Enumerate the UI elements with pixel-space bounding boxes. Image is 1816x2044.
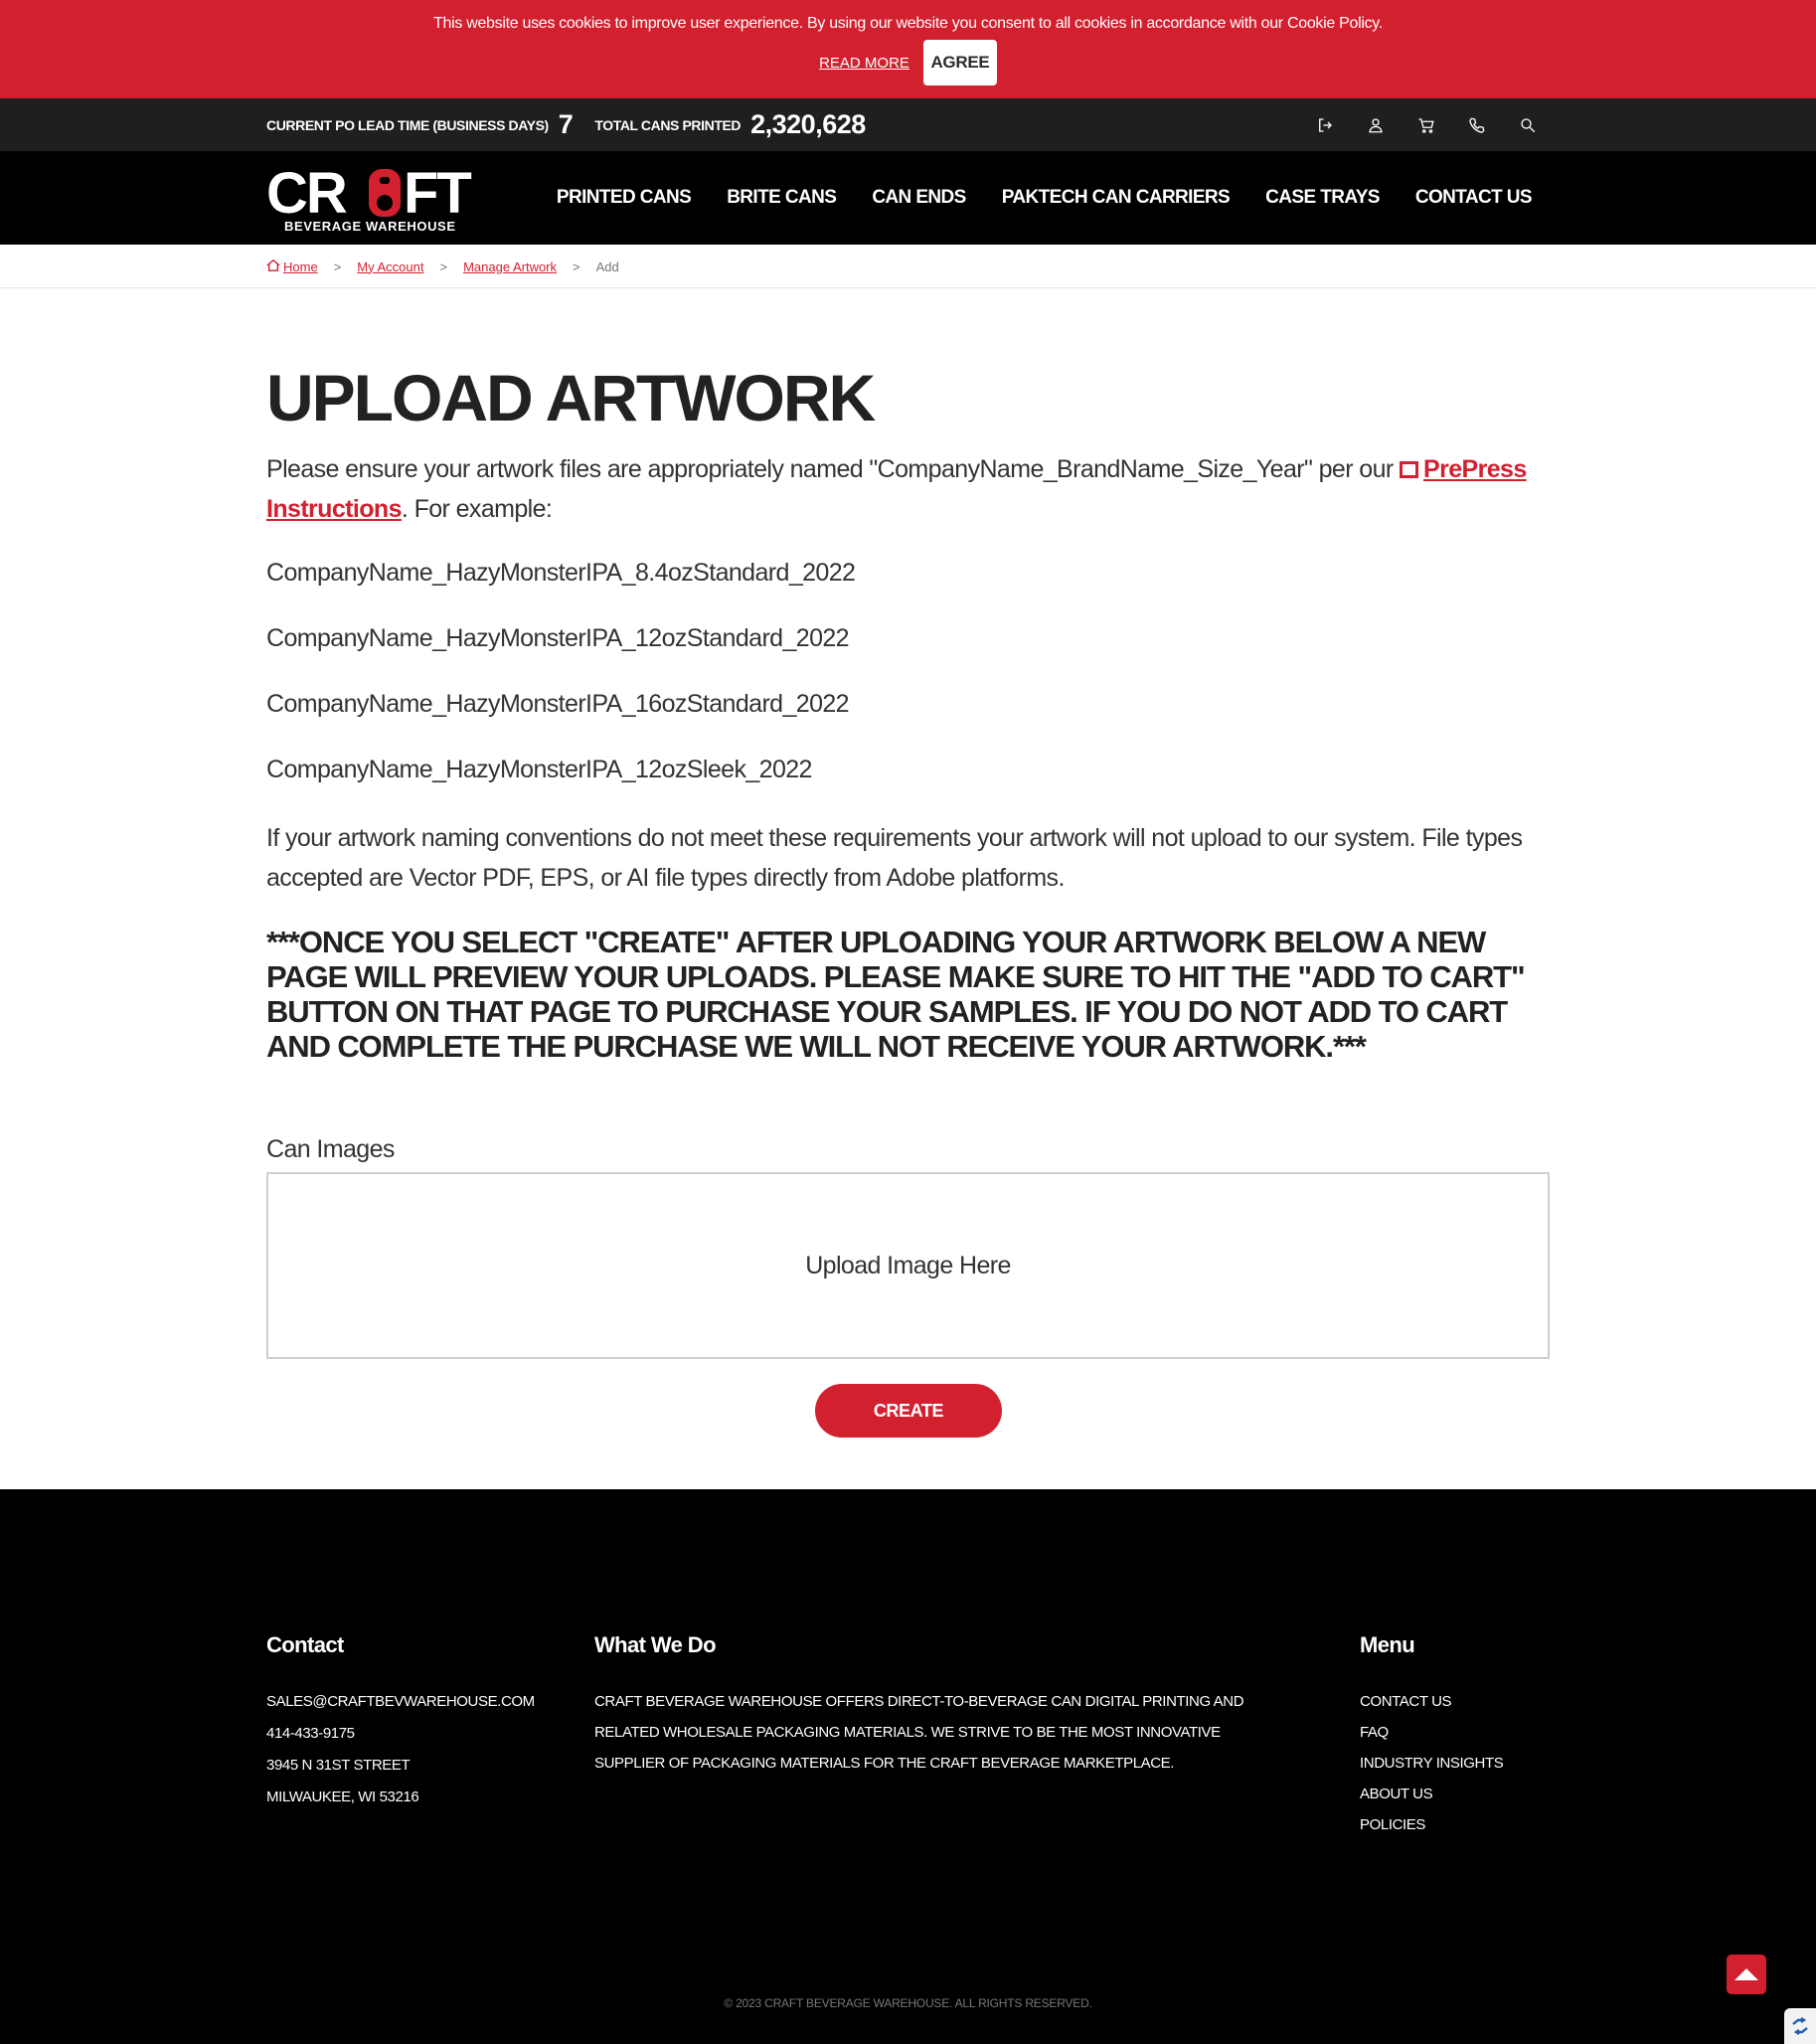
breadcrumb-manage-artwork-link[interactable]: Manage Artwork <box>463 259 557 274</box>
intro-text-before: Please ensure your artwork files are app… <box>266 455 1400 483</box>
external-link-icon <box>1400 461 1418 478</box>
footer-contact: Contact SALES@CRAFTBEVWAREHOUSE.COM 414-… <box>266 1632 535 1813</box>
nav-brite-cans[interactable]: BRITE CANS <box>727 187 837 209</box>
logout-icon[interactable] <box>1314 114 1335 135</box>
breadcrumb-trail: Home > My Account > Manage Artwork > Add <box>266 258 619 274</box>
create-button[interactable]: CREATE <box>815 1384 1002 1438</box>
nav-paktech-can-carriers[interactable]: PAKTECH CAN CARRIERS <box>1002 187 1231 209</box>
breadcrumb: Home > My Account > Manage Artwork > Add <box>0 245 1816 288</box>
svg-text:CR: CR <box>266 163 347 226</box>
site-footer: Contact SALES@CRAFTBEVWAREHOUSE.COM 414-… <box>0 1489 1816 2044</box>
breadcrumb-my-account-link[interactable]: My Account <box>357 259 423 274</box>
stats-bar: CURRENT PO LEAD TIME (BUSINESS DAYS) 7 T… <box>0 98 1816 151</box>
can-images-label: Can Images <box>266 1135 395 1163</box>
breadcrumb-separator: > <box>439 258 448 274</box>
breadcrumb-separator: > <box>333 258 342 274</box>
recaptcha-badge[interactable] <box>1784 2008 1816 2044</box>
footer-menu-faq[interactable]: FAQ <box>1360 1724 1389 1741</box>
breadcrumb-home-label: Home <box>283 258 318 274</box>
copyright: © 2023 CRAFT BEVERAGE WAREHOUSE. ALL RIG… <box>724 1996 1092 2010</box>
main-nav: PRINTED CANS BRITE CANS CAN ENDS PAKTECH… <box>557 151 1533 245</box>
page-title: UPLOAD ARTWORK <box>266 361 876 434</box>
craft-logo[interactable]: CR FT BEVERAGE WAREHOUSE <box>266 163 501 235</box>
breadcrumb-home-link[interactable]: Home <box>266 258 318 274</box>
home-icon <box>266 258 280 274</box>
footer-what-we-do: What We Do CRAFT BEVERAGE WAREHOUSE OFFE… <box>594 1632 1290 1779</box>
footer-menu-policies[interactable]: POLICIES <box>1360 1816 1425 1833</box>
cookie-message: This website uses cookies to improve use… <box>433 15 1383 32</box>
lead-time-value: 7 <box>558 109 574 139</box>
phone-icon[interactable] <box>1466 114 1487 135</box>
can-tab-logo-icon <box>369 169 401 217</box>
footer-what-we-do-heading: What We Do <box>594 1632 717 1657</box>
footer-menu-industry-insights[interactable]: INDUSTRY INSIGHTS <box>1360 1755 1504 1772</box>
intro-text-after: . For example: <box>401 495 553 523</box>
stats-group: CURRENT PO LEAD TIME (BUSINESS DAYS) 7 T… <box>266 98 866 151</box>
filename-example: CompanyName_HazyMonsterIPA_12ozSleek_202… <box>266 756 812 783</box>
cart-icon[interactable] <box>1415 114 1436 135</box>
intro-paragraph: Please ensure your artwork files are app… <box>266 449 1550 529</box>
logo-tagline: BEVERAGE WAREHOUSE <box>284 219 456 234</box>
upload-dropzone[interactable]: Upload Image Here <box>266 1172 1550 1359</box>
footer-contact-heading: Contact <box>266 1632 344 1657</box>
nav-printed-cans[interactable]: PRINTED CANS <box>557 187 692 209</box>
cans-printed-label: TOTAL CANS PRINTED <box>594 116 742 133</box>
nav-contact-us[interactable]: CONTACT US <box>1415 187 1533 209</box>
utility-nav <box>1314 98 1538 151</box>
footer-what-we-do-text: CRAFT BEVERAGE WAREHOUSE OFFERS DIRECT-T… <box>594 1693 1244 1772</box>
add-to-cart-warning: ***ONCE YOU SELECT "CREATE" AFTER UPLOAD… <box>266 925 1526 1064</box>
dropzone-text: Upload Image Here <box>805 1251 1011 1279</box>
scroll-to-top-button[interactable] <box>1727 1955 1766 1994</box>
svg-text:FT: FT <box>404 163 471 226</box>
footer-menu-contact-us[interactable]: CONTACT US <box>1360 1693 1452 1710</box>
filename-example: CompanyName_HazyMonsterIPA_8.4ozStandard… <box>266 559 856 587</box>
footer-street: 3945 N 31ST STREET <box>266 1757 411 1774</box>
footer-email-link[interactable]: SALES@CRAFTBEVWAREHOUSE.COM <box>266 1693 535 1710</box>
footer-menu-about-us[interactable]: ABOUT US <box>1360 1786 1433 1802</box>
breadcrumb-current: Add <box>595 258 619 274</box>
recaptcha-icon <box>1792 2017 1808 2035</box>
filename-example: CompanyName_HazyMonsterIPA_12ozStandard_… <box>266 624 850 652</box>
cookie-read-more-link[interactable]: READ MORE <box>819 55 909 72</box>
footer-phone-link[interactable]: 414-433-9175 <box>266 1725 355 1742</box>
nav-can-ends[interactable]: CAN ENDS <box>872 187 966 209</box>
cans-printed-value: 2,320,628 <box>750 109 866 139</box>
footer-menu-heading: Menu <box>1360 1632 1415 1657</box>
cookie-agree-button[interactable]: AGREE <box>922 40 997 85</box>
footer-city: MILWAUKEE, WI 53216 <box>266 1788 419 1805</box>
search-icon[interactable] <box>1517 114 1538 135</box>
nav-case-trays[interactable]: CASE TRAYS <box>1265 187 1380 209</box>
footer-menu: Menu CONTACT US FAQ INDUSTRY INSIGHTS AB… <box>1360 1632 1504 1840</box>
arrow-up-icon <box>1734 1968 1758 1980</box>
breadcrumb-separator: > <box>573 258 580 274</box>
lead-time-label: CURRENT PO LEAD TIME (BUSINESS DAYS) <box>266 116 549 133</box>
cookie-actions: READ MORE AGREE <box>0 40 1816 85</box>
user-icon[interactable] <box>1365 114 1386 135</box>
file-type-note: If your artwork naming conventions do no… <box>266 824 1523 892</box>
filename-example: CompanyName_HazyMonsterIPA_16ozStandard_… <box>266 690 850 718</box>
cookie-banner: This website uses cookies to improve use… <box>0 0 1816 98</box>
site-header: CR FT BEVERAGE WAREHOUSE PRINTED CANS BR… <box>0 151 1816 245</box>
